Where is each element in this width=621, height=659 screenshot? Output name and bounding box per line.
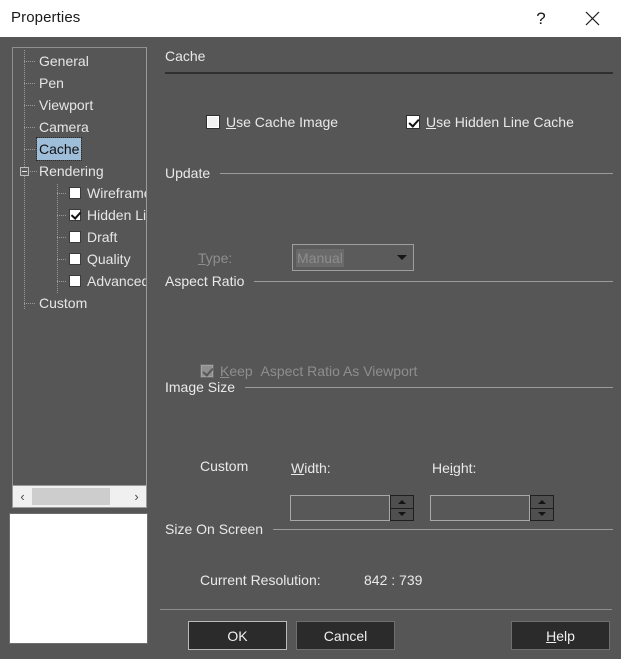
tree-item-label: Draft (87, 229, 118, 245)
use-cache-image-checkbox[interactable]: Use Cache Image (206, 114, 338, 130)
tree-item-label: Cache (35, 137, 83, 161)
tree-item-custom[interactable]: Custom (13, 292, 146, 314)
tree-item-label: Hidden Line (87, 207, 147, 223)
spin-down-icon[interactable] (391, 507, 413, 521)
group-divider (254, 280, 613, 282)
size-on-screen-group-label: Size On Screen (165, 521, 264, 537)
tree-item-label: Custom (39, 295, 88, 311)
height-label: Height: (432, 460, 477, 476)
width-label: Width: (291, 460, 331, 476)
keep-aspect-ratio-label: Keep Aspect Ratio As Viewport (220, 363, 418, 379)
image-size-group-label: Image Size (165, 379, 236, 395)
height-spin-buttons[interactable] (530, 495, 554, 521)
tree-content: General Pen Viewport Camera Cache Render… (13, 50, 147, 484)
aspect-ratio-group-label: Aspect Ratio (165, 273, 245, 289)
scrollbar-thumb[interactable] (32, 488, 110, 505)
tree-item-cache[interactable]: Cache (13, 137, 146, 161)
ok-button[interactable]: OK (188, 621, 287, 650)
page-title: Cache (165, 48, 206, 64)
spin-up-icon[interactable] (391, 496, 413, 508)
update-type-value: Manual (296, 248, 344, 267)
checkbox-box[interactable] (206, 115, 220, 129)
window-title: Properties (11, 9, 81, 26)
tree-item-wireframe[interactable]: Wireframe (13, 182, 147, 204)
height-input[interactable] (430, 495, 530, 521)
tree-item-advanced[interactable]: Advanced (13, 270, 147, 292)
help-button[interactable]: Help (511, 621, 610, 650)
type-label: Type: (198, 250, 233, 266)
height-spinner[interactable] (430, 495, 554, 521)
help-icon[interactable]: ? (518, 0, 564, 37)
collapse-minus-icon[interactable] (20, 167, 29, 176)
update-group-label: Update (165, 165, 211, 181)
use-hidden-line-cache-label: Use Hidden Line Cache (426, 114, 574, 130)
tree-checkbox-advanced[interactable] (69, 275, 81, 287)
tree-item-label: General (39, 53, 89, 69)
custom-label: Custom (200, 458, 249, 474)
use-cache-image-label: Use Cache Image (226, 114, 339, 130)
update-type-dropdown[interactable]: Manual (292, 244, 414, 271)
checkbox-box[interactable] (200, 364, 214, 378)
width-spinner[interactable] (290, 495, 414, 521)
tree-horizontal-scrollbar[interactable]: ‹ › (12, 485, 147, 508)
tree-item-general[interactable]: General (13, 50, 146, 72)
spin-up-icon[interactable] (531, 496, 553, 508)
preview-panel (9, 513, 148, 644)
scrollbar-track[interactable] (32, 486, 127, 507)
width-spin-buttons[interactable] (390, 495, 414, 521)
tree-item-label: Viewport (39, 97, 94, 113)
group-divider (220, 172, 613, 174)
checkbox-box[interactable] (406, 115, 420, 129)
page-title-divider (165, 72, 613, 74)
scroll-right-icon[interactable]: › (127, 486, 146, 507)
cancel-button[interactable]: Cancel (296, 621, 395, 650)
tree-item-rendering[interactable]: Rendering (13, 160, 146, 182)
use-hidden-line-cache-checkbox[interactable]: Use Hidden Line Cache (406, 114, 574, 130)
tree-checkbox-wireframe[interactable] (69, 187, 81, 199)
footer-divider (160, 609, 612, 610)
current-resolution-label: Current Resolution: (200, 572, 321, 588)
dialog-body: General Pen Viewport Camera Cache Render… (0, 37, 621, 659)
tree-item-label: Pen (39, 75, 64, 91)
close-icon[interactable] (569, 0, 615, 37)
tree-item-label: Camera (39, 119, 89, 135)
tree-item-pen[interactable]: Pen (13, 72, 146, 94)
group-divider (245, 386, 613, 388)
tree-checkbox-draft[interactable] (69, 231, 81, 243)
tree-checkbox-quality[interactable] (69, 253, 81, 265)
tree-item-viewport[interactable]: Viewport (13, 94, 146, 116)
size-on-screen-group-header: Size On Screen (165, 521, 613, 537)
tree-item-hidden-line[interactable]: Hidden Line (13, 204, 147, 226)
current-resolution-value: 842 : 739 (364, 572, 423, 588)
content-pane: Cache Use Cache Image Use Hidden Line Ca… (158, 37, 621, 659)
tree-item-label: Quality (87, 251, 131, 267)
tree-item-quality[interactable]: Quality (13, 248, 146, 270)
tree-item-label: Rendering (39, 163, 104, 179)
aspect-ratio-group-header: Aspect Ratio (165, 273, 613, 289)
group-divider (273, 528, 613, 530)
properties-tree[interactable]: General Pen Viewport Camera Cache Render… (12, 47, 147, 508)
spin-down-icon[interactable] (531, 507, 553, 521)
tree-checkbox-hidden-line[interactable] (69, 209, 81, 221)
tree-item-camera[interactable]: Camera (13, 116, 146, 138)
scroll-left-icon[interactable]: ‹ (13, 486, 32, 507)
width-input[interactable] (290, 495, 390, 521)
title-bar: Properties ? (0, 0, 621, 37)
tree-item-label: Wireframe (87, 185, 147, 201)
tree-item-draft[interactable]: Draft (13, 226, 146, 248)
chevron-down-icon[interactable] (391, 255, 413, 260)
image-size-group-header: Image Size (165, 379, 613, 395)
tree-item-label: Advanced (87, 273, 147, 289)
keep-aspect-ratio-checkbox[interactable]: Keep Aspect Ratio As Viewport (200, 363, 417, 379)
update-group-header: Update (165, 165, 613, 181)
